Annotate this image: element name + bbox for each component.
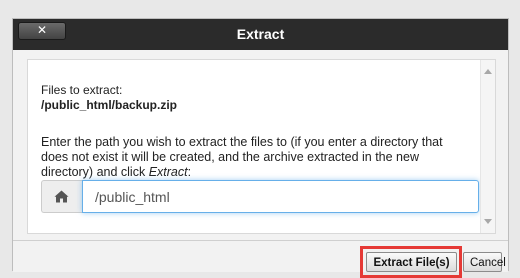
dialog-title: Extract (236, 26, 285, 42)
instructions-text: Enter the path you wish to extract the f… (41, 135, 471, 180)
dialog-footer: Extract File(s) Cancel (13, 240, 508, 278)
path-input-group (41, 180, 479, 213)
instructions-end: : (187, 165, 192, 179)
content-scrollbar[interactable] (480, 60, 495, 233)
home-icon (54, 190, 69, 203)
cancel-button[interactable]: Cancel (463, 252, 506, 272)
scroll-down-arrow-icon[interactable] (484, 219, 492, 224)
extract-path-input[interactable] (82, 180, 479, 213)
files-to-extract-path: /public_html/backup.zip (41, 98, 178, 112)
home-addon (41, 180, 82, 213)
instructions-emphasis: Extract (148, 165, 188, 179)
extract-files-button[interactable]: Extract File(s) (366, 252, 457, 272)
scroll-up-arrow-icon[interactable] (484, 69, 492, 74)
dialog-titlebar: ✕ Extract (13, 19, 508, 50)
instructions-body: Enter the path you wish to extract the f… (41, 135, 443, 179)
extract-dialog: ✕ Extract Files to extract: /public_html… (12, 18, 509, 278)
files-to-extract-label: Files to extract: (41, 83, 123, 97)
dialog-content: Files to extract: /public_html/backup.zi… (27, 59, 496, 234)
